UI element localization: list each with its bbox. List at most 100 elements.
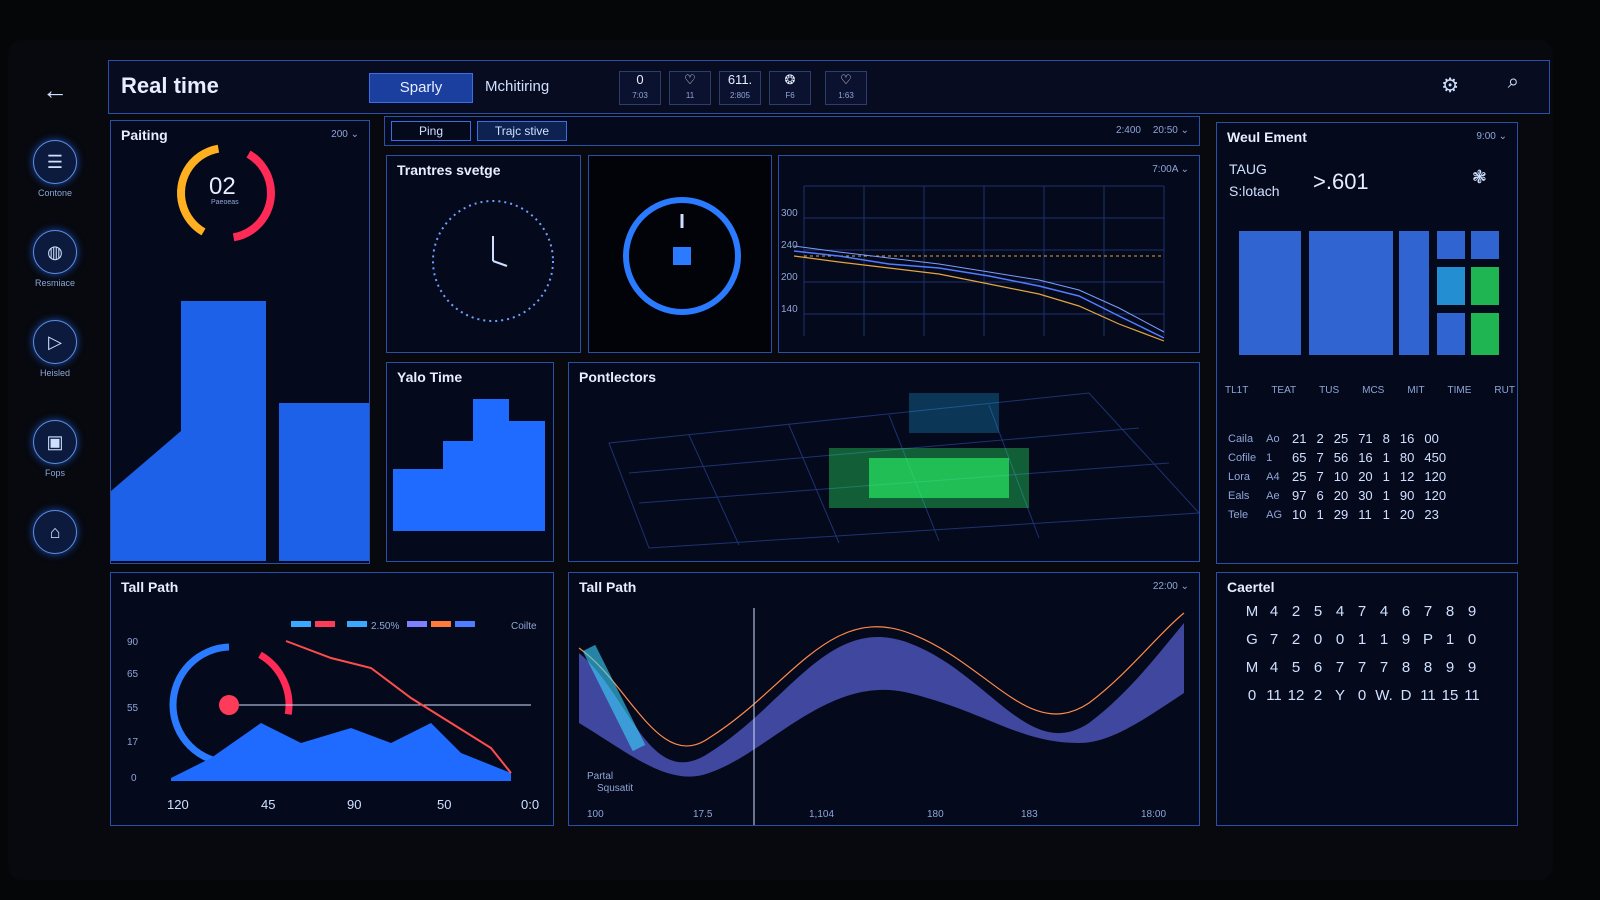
tab-sparly[interactable]: Sparly: [369, 73, 473, 103]
globe-icon: ◍: [33, 230, 77, 274]
toolbar-item[interactable]: 611. 2:805: [719, 71, 761, 105]
range-1: 2:400: [1115, 125, 1141, 136]
caertel-panel: Caertel M4254746789G7200119P10M456777889…: [1216, 572, 1518, 826]
y-tick: 90: [127, 637, 139, 648]
table-row[interactable]: Eals Ae 97 6 20 30 1 90 120: [1223, 486, 1451, 505]
trantres-panel: Trantres svetge: [386, 155, 581, 353]
filter-ping[interactable]: Ping: [391, 121, 471, 141]
grid-cell: 11: [1464, 687, 1480, 704]
grid-cell: 6: [1313, 659, 1323, 676]
sidebar-item-contone[interactable]: ☰ Contone: [30, 140, 80, 198]
grid-cell: 4: [1379, 603, 1389, 620]
y-tick: 140: [781, 304, 798, 315]
y-tick: 300: [781, 208, 798, 219]
y-tick: 240: [781, 240, 798, 251]
legend-value: 2.50%: [371, 621, 399, 632]
weul-bars: [1239, 231, 1499, 355]
table-cell: 00: [1424, 431, 1439, 446]
search-icon[interactable]: ⌕: [1508, 71, 1519, 94]
settings-icon[interactable]: ⚙: [1441, 73, 1459, 98]
sidebar-item-resmiace[interactable]: ◍ Resmiace: [30, 230, 80, 288]
grid-cell: 1: [1445, 631, 1455, 648]
x-tick: 18:00: [1141, 809, 1166, 820]
squsatit-label: Squsatit: [597, 783, 633, 794]
target-icon: [623, 197, 741, 315]
sidebar-item-fops[interactable]: ▣ Fops: [30, 420, 80, 478]
home-icon: ⌂: [33, 510, 77, 554]
legend-label: Coilte: [511, 621, 537, 632]
grid-cell: M: [1245, 603, 1259, 620]
table-cell: 97: [1292, 488, 1307, 503]
partal-label: Partal: [587, 771, 613, 782]
table-cell: 29: [1333, 507, 1349, 522]
list-icon: ☰: [33, 140, 77, 184]
toolbar-value: 611.: [727, 72, 753, 87]
tab-monitoring[interactable]: Mchitiring: [473, 73, 561, 101]
grid-cell: 9: [1401, 631, 1411, 648]
sidebar-item-heisled[interactable]: ▷ Heisled: [30, 320, 80, 378]
grid-cell: 7: [1335, 659, 1345, 676]
sidebar-item-label: Fops: [44, 468, 65, 478]
back-arrow-icon[interactable]: ←: [40, 75, 70, 105]
grid-cell: 5: [1313, 603, 1323, 620]
table-row[interactable]: Lora A4 25 7 10 20 1 12 120: [1223, 467, 1451, 486]
x-tick: 45: [261, 797, 275, 812]
table-row[interactable]: Caila Ao 21 2 25 71 8 16 00: [1223, 429, 1451, 448]
weul-ement-panel: Weul Ement 9:00 ⌄ TAUG S:lotach >.601 ❃ …: [1216, 122, 1518, 564]
toolbar-sub: 1:63: [838, 91, 854, 100]
grid-cell: 2: [1291, 603, 1301, 620]
grid-cell: 0: [1313, 631, 1323, 648]
toolbar-item[interactable]: ♡ 1:63: [825, 71, 867, 105]
weul-range[interactable]: 9:00 ⌄: [1476, 131, 1507, 142]
table-cell: 25: [1333, 431, 1349, 446]
grid-cell: 11: [1266, 687, 1282, 704]
toolbar-value: ❂: [784, 72, 796, 87]
grid-cell: 1: [1379, 631, 1389, 648]
flower-icon[interactable]: ❃: [1472, 167, 1487, 188]
toolbar-item[interactable]: ♡ 11: [669, 71, 711, 105]
toolbar-item[interactable]: 0 7:03: [619, 71, 661, 105]
yalo-chart: [393, 399, 545, 531]
table-cell: 23: [1424, 507, 1439, 522]
toolbar-value: ♡: [684, 72, 696, 87]
sidebar-item-home[interactable]: ⌂: [30, 510, 80, 558]
tall-path-chart-1: 2.50% Coilte 90 65 55 17 0 120 45 90 50 …: [127, 621, 539, 812]
grid-cell: 7: [1423, 603, 1433, 620]
column-header: TL1T: [1225, 385, 1249, 396]
table-cell: 20: [1333, 488, 1349, 503]
page-title: Real time: [121, 73, 219, 98]
weul-title: Weul Ement: [1227, 129, 1307, 145]
x-tick: 90: [347, 797, 361, 812]
yalo-time-panel: Yalo Time: [386, 362, 554, 562]
toolbar-value: 0: [636, 72, 644, 87]
toolbar-value: ♡: [840, 72, 852, 87]
weul-value: >.601: [1313, 169, 1369, 194]
table-cell: Caila: [1228, 432, 1254, 445]
grid-cell: 2: [1291, 631, 1301, 648]
x-tick: 120: [167, 797, 189, 812]
table-row[interactable]: Tele AG 10 1 29 11 1 20 23: [1223, 505, 1451, 524]
table-cell: AG: [1266, 508, 1283, 521]
table-cell: 21: [1292, 431, 1307, 446]
grid-cell: 6: [1401, 603, 1411, 620]
table-cell: 10: [1333, 469, 1349, 484]
table-cell: 1: [1382, 488, 1390, 503]
table-cell: 7: [1316, 469, 1324, 484]
table-cell: 7: [1316, 450, 1324, 465]
grid-cell: 9: [1467, 603, 1477, 620]
table-row[interactable]: Cofile 1 65 7 56 16 1 80 450: [1223, 448, 1451, 467]
table-cell: 20: [1399, 507, 1415, 522]
grid-cell: 11: [1420, 687, 1436, 704]
painting-chart: [111, 143, 369, 561]
pontlectors-panel: Pontlectors: [568, 362, 1200, 562]
filter-trajc[interactable]: Trajc stive: [477, 121, 567, 141]
grid-cell: M: [1245, 659, 1259, 676]
table-cell: 1: [1316, 507, 1324, 522]
grid-cell: 1: [1357, 631, 1367, 648]
table-cell: 30: [1358, 488, 1373, 503]
range-2[interactable]: 20:50 ⌄: [1153, 125, 1189, 136]
toolbar-item[interactable]: ❂ F6: [769, 71, 811, 105]
table-cell: 8: [1382, 431, 1390, 446]
sidebar-item-label: Resmiace: [34, 278, 75, 288]
grid-cell: W.: [1375, 687, 1393, 704]
